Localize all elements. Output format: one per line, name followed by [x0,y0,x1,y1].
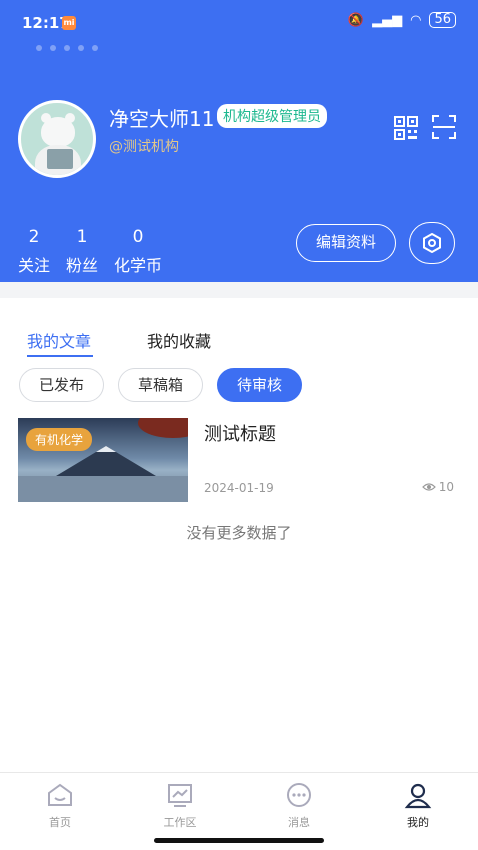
home-icon [48,783,72,806]
org-name: @测试机构 [109,139,179,155]
active-tab-indicator [27,355,93,357]
stat-following-count: 2 [28,227,40,247]
signal-icon: ▂▄▆ [372,12,403,28]
tabbar-home-label: 首页 [49,816,71,829]
article-date: 2024-01-19 [204,481,274,495]
tabbar-messages[interactable]: 消息 [269,781,329,830]
wifi-icon: ◠ [410,12,422,28]
stat-coins-count: 0 [132,227,144,247]
article-views: 10 [421,480,454,494]
tabbar-profile-label: 我的 [407,816,429,829]
article-card[interactable]: 有机化学 测试标题 2024-01-19 10 [18,418,458,502]
article-title: 测试标题 [204,424,276,445]
article-thumbnail: 有机化学 [18,418,188,502]
settings-icon [423,233,441,253]
workspace-icon [168,784,192,807]
avatar[interactable] [18,100,96,178]
stat-following-label: 关注 [18,256,51,275]
no-more-data-text: 没有更多数据了 [186,524,292,542]
filter-drafts[interactable]: 草稿箱 [118,368,204,402]
mi-icon: mi [62,16,76,30]
status-icons: 🔕 ▂▄▆ ◠ 56 [348,12,456,28]
status-filters: 已发布 草稿箱 待审核 [19,368,303,402]
filter-published[interactable]: 已发布 [19,368,105,402]
content-tabs: 我的文章 我的收藏 [0,318,478,362]
role-badge: 机构超级管理员 [217,104,327,128]
tabbar-workspace[interactable]: 工作区 [150,781,210,830]
eye-icon [421,483,436,491]
status-bar: 12:17 mi 🔕 ▂▄▆ ◠ 56 [0,0,478,44]
tabbar-profile[interactable]: 我的 [388,781,448,830]
stat-coins[interactable]: 0 化学币 [114,228,162,276]
article-view-count: 10 [438,480,454,494]
stat-fans[interactable]: 1 粉丝 [66,228,98,276]
tab-my-articles[interactable]: 我的文章 [27,328,91,352]
profile-header: 12:17 mi 🔕 ▂▄▆ ◠ 56 净空大师11 机构超级管理员 @测试机构 [0,0,478,298]
article-category-tag: 有机化学 [26,428,93,451]
stat-following[interactable]: 2 关注 [18,228,50,276]
profile-icon [404,783,432,809]
stat-fans-count: 1 [76,227,88,247]
decorative-dots [36,45,98,51]
stat-fans-label: 粉丝 [66,256,99,275]
message-icon [287,783,311,807]
tabbar-workspace-label: 工作区 [163,816,197,829]
edit-profile-button[interactable]: 编辑资料 [296,224,396,262]
scan-icon[interactable] [432,115,456,139]
tab-my-favorites[interactable]: 我的收藏 [147,328,211,352]
filter-pending[interactable]: 待审核 [217,368,303,402]
home-indicator [154,838,324,843]
settings-button[interactable] [409,222,455,264]
tabbar-home[interactable]: 首页 [30,781,90,830]
tabbar-messages-label: 消息 [288,816,310,829]
username: 净空大师11 [109,107,215,131]
profile-stats: 2 关注 1 粉丝 0 化学币 [18,228,162,276]
mute-icon: 🔕 [347,12,365,28]
qr-code-icon[interactable] [394,116,418,140]
stat-coins-label: 化学币 [114,256,163,275]
battery-icon: 56 [429,12,456,28]
